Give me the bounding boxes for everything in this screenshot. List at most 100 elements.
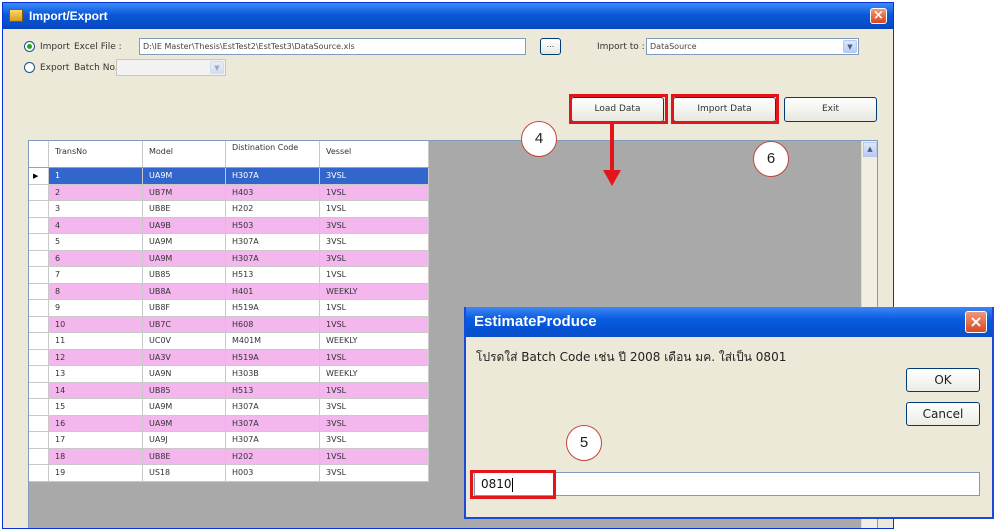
chevron-down-icon[interactable]: ▼ — [210, 61, 224, 74]
import-to-select[interactable]: DataSource ▼ — [646, 38, 859, 55]
table-row[interactable]: 12 UA3V H519A 1VSL — [29, 349, 429, 366]
cell-destination-code[interactable]: H307A — [226, 432, 320, 448]
ok-button[interactable]: OK — [906, 368, 980, 392]
close-icon[interactable]: × — [965, 311, 987, 333]
cell-transno[interactable]: 8 — [49, 283, 143, 299]
export-radio[interactable] — [24, 62, 35, 73]
cell-destination-code[interactable]: H307A — [226, 168, 320, 184]
cell-destination-code[interactable]: M401M — [226, 333, 320, 349]
column-header-destination-code[interactable]: Distination Code — [226, 141, 320, 167]
table-row[interactable]: 17 UA9J H307A 3VSL — [29, 432, 429, 449]
exit-button[interactable]: Exit — [784, 97, 877, 122]
cell-model[interactable]: UA9M — [143, 234, 226, 250]
table-row[interactable]: 8 UB8A H401 WEEKLY — [29, 283, 429, 300]
cell-model[interactable]: UA9N — [143, 366, 226, 382]
row-header[interactable] — [29, 465, 49, 481]
cell-vessel[interactable]: 3VSL — [320, 217, 429, 233]
cell-transno[interactable]: 10 — [49, 316, 143, 332]
row-header[interactable] — [29, 432, 49, 448]
cell-destination-code[interactable]: H519A — [226, 300, 320, 316]
table-row[interactable]: 15 UA9M H307A 3VSL — [29, 399, 429, 416]
table-row[interactable]: 13 UA9N H303B WEEKLY — [29, 366, 429, 383]
cell-transno[interactable]: 14 — [49, 382, 143, 398]
cell-destination-code[interactable]: H307A — [226, 250, 320, 266]
cell-transno[interactable]: 15 — [49, 399, 143, 415]
table-row[interactable]: 19 US18 H003 3VSL — [29, 465, 429, 482]
cell-transno[interactable]: 16 — [49, 415, 143, 431]
cell-vessel[interactable]: WEEKLY — [320, 366, 429, 382]
cell-model[interactable]: UB85 — [143, 267, 226, 283]
cell-vessel[interactable]: 1VSL — [320, 349, 429, 365]
row-header[interactable] — [29, 366, 49, 382]
row-header[interactable] — [29, 316, 49, 332]
row-header[interactable] — [29, 201, 49, 217]
cell-model[interactable]: UB7C — [143, 316, 226, 332]
table-row[interactable]: 5 UA9M H307A 3VSL — [29, 234, 429, 251]
cell-vessel[interactable]: 3VSL — [320, 415, 429, 431]
column-header-transno[interactable]: TransNo — [49, 141, 143, 167]
cell-vessel[interactable]: 1VSL — [320, 382, 429, 398]
cell-transno[interactable]: 12 — [49, 349, 143, 365]
cell-model[interactable]: UB8F — [143, 300, 226, 316]
cell-transno[interactable]: 3 — [49, 201, 143, 217]
cell-model[interactable]: US18 — [143, 465, 226, 481]
cell-transno[interactable]: 1 — [49, 168, 143, 184]
batch-no-select[interactable]: ▼ — [116, 59, 226, 76]
cell-model[interactable]: UA9M — [143, 168, 226, 184]
row-header[interactable] — [29, 283, 49, 299]
row-header[interactable] — [29, 399, 49, 415]
row-header[interactable] — [29, 382, 49, 398]
cell-vessel[interactable]: 1VSL — [320, 448, 429, 464]
cell-model[interactable]: UA9M — [143, 415, 226, 431]
column-header-model[interactable]: Model — [143, 141, 226, 167]
cell-vessel[interactable]: WEEKLY — [320, 333, 429, 349]
row-header[interactable] — [29, 349, 49, 365]
cell-transno[interactable]: 19 — [49, 465, 143, 481]
cell-vessel[interactable]: 3VSL — [320, 432, 429, 448]
cell-destination-code[interactable]: H202 — [226, 448, 320, 464]
browse-button[interactable]: ... — [540, 38, 561, 55]
row-header[interactable] — [29, 415, 49, 431]
cell-model[interactable]: UB8E — [143, 201, 226, 217]
cell-model[interactable]: UC0V — [143, 333, 226, 349]
cell-destination-code[interactable]: H307A — [226, 399, 320, 415]
row-header[interactable] — [29, 250, 49, 266]
table-row[interactable]: 7 UB85 H513 1VSL — [29, 267, 429, 284]
cell-destination-code[interactable]: H519A — [226, 349, 320, 365]
table-row[interactable]: 18 UB8E H202 1VSL — [29, 448, 429, 465]
cell-vessel[interactable]: 3VSL — [320, 234, 429, 250]
cell-vessel[interactable]: WEEKLY — [320, 283, 429, 299]
cell-model[interactable]: UB8E — [143, 448, 226, 464]
cell-destination-code[interactable]: H202 — [226, 201, 320, 217]
cell-vessel[interactable]: 1VSL — [320, 201, 429, 217]
cell-transno[interactable]: 11 — [49, 333, 143, 349]
table-row[interactable]: 11 UC0V M401M WEEKLY — [29, 333, 429, 350]
cell-model[interactable]: UB85 — [143, 382, 226, 398]
row-header[interactable] — [29, 184, 49, 200]
cell-transno[interactable]: 18 — [49, 448, 143, 464]
close-icon[interactable]: × — [870, 8, 887, 24]
cell-transno[interactable]: 7 — [49, 267, 143, 283]
row-header[interactable]: ▶ — [29, 168, 49, 184]
cell-destination-code[interactable]: H307A — [226, 234, 320, 250]
table-row[interactable]: 6 UA9M H307A 3VSL — [29, 250, 429, 267]
cell-vessel[interactable]: 3VSL — [320, 399, 429, 415]
cell-vessel[interactable]: 1VSL — [320, 300, 429, 316]
table-row[interactable]: 4 UA9B H503 3VSL — [29, 217, 429, 234]
column-header-vessel[interactable]: Vessel — [320, 141, 429, 167]
row-header[interactable] — [29, 267, 49, 283]
cell-model[interactable]: UA3V — [143, 349, 226, 365]
cell-vessel[interactable]: 3VSL — [320, 250, 429, 266]
cell-destination-code[interactable]: H513 — [226, 267, 320, 283]
cell-vessel[interactable]: 1VSL — [320, 267, 429, 283]
cell-model[interactable]: UA9M — [143, 250, 226, 266]
cell-model[interactable]: UA9J — [143, 432, 226, 448]
cell-vessel[interactable]: 3VSL — [320, 168, 429, 184]
row-header[interactable] — [29, 300, 49, 316]
row-header[interactable] — [29, 217, 49, 233]
cell-destination-code[interactable]: H403 — [226, 184, 320, 200]
cell-transno[interactable]: 9 — [49, 300, 143, 316]
cell-destination-code[interactable]: H003 — [226, 465, 320, 481]
cell-model[interactable]: UA9B — [143, 217, 226, 233]
table-row[interactable]: 2 UB7M H403 1VSL — [29, 184, 429, 201]
